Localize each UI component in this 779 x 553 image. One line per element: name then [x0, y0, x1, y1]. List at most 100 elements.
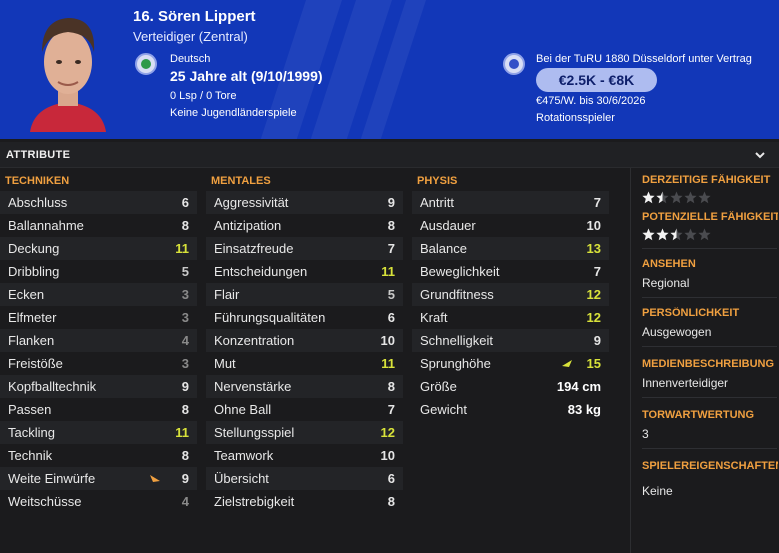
attribute-name: Weitschüsse	[8, 494, 82, 509]
potential-ability-section[interactable]: POTENZIELLE FÄHIGKEIT	[642, 211, 778, 241]
attribute-name: Einsatzfreude	[214, 241, 294, 256]
attribute-value: 3	[181, 356, 189, 371]
technical-attribute-row[interactable]: Ecken 3	[0, 283, 197, 306]
attribute-value: 6	[181, 195, 189, 210]
value-range-badge[interactable]: €2.5K - €8K	[536, 68, 657, 92]
technical-attribute-row[interactable]: Passen 8	[0, 398, 197, 421]
attribute-name: Technik	[8, 448, 53, 463]
attribute-value: 7	[593, 195, 601, 210]
attribute-name: Führungsqualitäten	[214, 310, 326, 325]
mental-attribute-row[interactable]: Entscheidungen 11	[206, 260, 403, 283]
technical-heading: TECHNIKEN	[5, 175, 70, 187]
attributes-header[interactable]: ATTRIBUTE	[0, 142, 779, 168]
mental-heading: MENTALES	[211, 175, 271, 187]
technical-attribute-row[interactable]: Weite Einwürfe 9	[0, 467, 197, 490]
physical-attribute-row[interactable]: Grundfitness 12	[412, 283, 609, 306]
player-traits-title: SPIELEREIGENSCHAFTEN	[642, 460, 778, 472]
mental-attribute-row[interactable]: Zielstrebigkeit 8	[206, 490, 403, 513]
attribute-name: Übersicht	[214, 471, 269, 486]
star-icon	[698, 191, 711, 204]
attribute-value: 11	[381, 356, 395, 371]
attribute-value: 8	[181, 402, 189, 417]
physical-attribute-row[interactable]: Schnelligkeit 9	[412, 329, 609, 352]
reputation-value: Regional	[642, 276, 690, 290]
physical-attribute-row[interactable]: Ausdauer 10	[412, 214, 609, 237]
technical-attribute-row[interactable]: Ballannahme 8	[0, 214, 197, 237]
player-traits-section[interactable]: SPIELEREIGENSCHAFTEN Keine	[642, 460, 778, 498]
player-summary-panel: DERZEITIGE FÄHIGKEIT POTENZIELLE FÄHIGKE…	[630, 168, 779, 553]
wage-contract: €475/W. bis 30/6/2026	[536, 95, 646, 107]
physical-attribute-row[interactable]: Beweglichkeit 7	[412, 260, 609, 283]
attribute-name: Kraft	[420, 310, 448, 325]
technical-attribute-row[interactable]: Tackling 11	[0, 421, 197, 444]
technical-attribute-row[interactable]: Dribbling 5	[0, 260, 197, 283]
attribute-name: Tackling	[8, 425, 55, 440]
attribute-value: 8	[387, 379, 395, 394]
mental-attribute-row[interactable]: Stellungsspiel 12	[206, 421, 403, 444]
youth-caps: Keine Jugendländerspiele	[170, 107, 297, 119]
mental-attribute-row[interactable]: Konzentration 10	[206, 329, 403, 352]
chevron-down-icon[interactable]	[752, 147, 768, 163]
physical-attribute-row[interactable]: Kraft 12	[412, 306, 609, 329]
attribute-name: Teamwork	[214, 448, 274, 463]
nation-badge-icon[interactable]	[135, 53, 157, 75]
attribute-name: Stellungsspiel	[214, 425, 295, 440]
technical-attribute-row[interactable]: Technik 8	[0, 444, 197, 467]
technical-attribute-row[interactable]: Flanken 4	[0, 329, 197, 352]
physical-attribute-row[interactable]: Antritt 7	[412, 191, 609, 214]
mental-attribute-row[interactable]: Aggressivität 9	[206, 191, 403, 214]
physical-heading: PHYSIS	[417, 175, 458, 187]
physical-attribute-row[interactable]: Sprunghöhe 15	[412, 352, 609, 375]
potential-ability-stars	[642, 228, 778, 241]
attribute-value: 6	[387, 310, 395, 325]
attribute-name: Weite Einwürfe	[8, 471, 96, 486]
mental-attribute-row[interactable]: Nervenstärke 8	[206, 375, 403, 398]
club-badge-icon[interactable]	[503, 53, 525, 75]
technical-attribute-row[interactable]: Kopfballtechnik 9	[0, 375, 197, 398]
technical-attribute-row[interactable]: Weitschüsse 4	[0, 490, 197, 513]
trend-down-icon	[150, 475, 160, 482]
physical-attribute-row[interactable]: Balance 13	[412, 237, 609, 260]
attribute-name: Flair	[214, 287, 240, 302]
star-icon	[642, 228, 655, 241]
attribute-name: Deckung	[8, 241, 60, 256]
player-age: 25 Jahre alt (9/10/1999)	[170, 68, 323, 84]
player-avatar[interactable]	[24, 6, 112, 132]
attribute-name: Passen	[8, 402, 52, 417]
mental-attribute-row[interactable]: Antizipation 8	[206, 214, 403, 237]
contract-status[interactable]: Bei der TuRU 1880 Düsseldorf unter Vertr…	[536, 53, 752, 65]
technical-attribute-row[interactable]: Abschluss 6	[0, 191, 197, 214]
height-label: Größe	[420, 379, 457, 394]
attribute-value: 8	[181, 218, 189, 233]
international-caps: 0 Lsp / 0 Tore	[170, 90, 237, 102]
current-ability-title: DERZEITIGE FÄHIGKEIT	[642, 174, 771, 186]
attribute-name: Entscheidungen	[214, 264, 308, 279]
attribute-name: Schnelligkeit	[420, 333, 493, 348]
nationality[interactable]: Deutsch	[170, 53, 210, 65]
mental-attribute-row[interactable]: Flair 5	[206, 283, 403, 306]
attribute-name: Ballannahme	[8, 218, 84, 233]
reputation-title: ANSEHEN	[642, 258, 696, 270]
attribute-value: 12	[380, 425, 395, 440]
attribute-value: 13	[586, 241, 601, 256]
attribute-name: Beweglichkeit	[420, 264, 500, 279]
current-ability-section[interactable]: DERZEITIGE FÄHIGKEIT	[642, 174, 778, 204]
player-name: 16. Sören Lippert	[133, 8, 256, 25]
personality-section[interactable]: PERSÖNLICHKEIT Ausgewogen	[642, 307, 778, 339]
goalkeeper-rating-value: 3	[642, 427, 649, 441]
technical-attribute-row[interactable]: Deckung 11	[0, 237, 197, 260]
mental-attribute-row[interactable]: Ohne Ball 7	[206, 398, 403, 421]
divider	[642, 397, 777, 398]
technical-attribute-row[interactable]: Freistöße 3	[0, 352, 197, 375]
attribute-value: 12	[586, 310, 601, 325]
attribute-value: 9	[181, 471, 189, 486]
mental-attribute-row[interactable]: Mut 11	[206, 352, 403, 375]
mental-attribute-row[interactable]: Übersicht 6	[206, 467, 403, 490]
media-description-section[interactable]: MEDIENBESCHREIBUNG Innenverteidiger	[642, 358, 778, 390]
technical-attribute-row[interactable]: Elfmeter 3	[0, 306, 197, 329]
mental-attribute-row[interactable]: Führungsqualitäten 6	[206, 306, 403, 329]
technical-attributes: TECHNIKEN Abschluss 6 Ballannahme 8 Deckung 1…	[0, 172, 197, 513]
mental-attribute-row[interactable]: Teamwork 10	[206, 444, 403, 467]
mental-attribute-row[interactable]: Einsatzfreude 7	[206, 237, 403, 260]
attribute-value: 12	[586, 287, 601, 302]
